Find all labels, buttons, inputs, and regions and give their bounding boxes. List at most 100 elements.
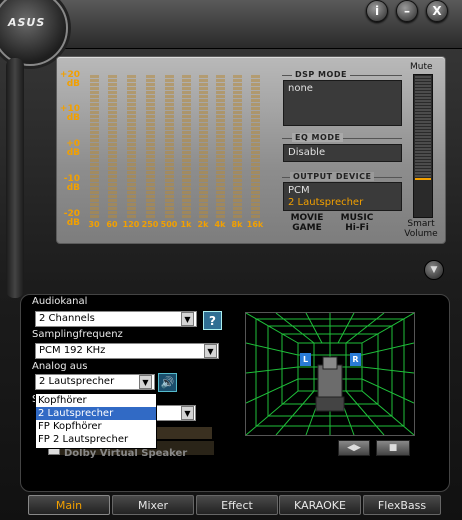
eq-segment bbox=[182, 123, 191, 126]
eq-segment bbox=[146, 75, 155, 78]
eq-segment bbox=[233, 167, 242, 170]
eq-band-slider[interactable] bbox=[146, 74, 155, 218]
eq-segment bbox=[182, 99, 191, 102]
volume-slider[interactable] bbox=[413, 74, 433, 218]
info-button[interactable]: i bbox=[366, 0, 388, 22]
side-rail bbox=[6, 58, 24, 298]
eq-segment bbox=[90, 131, 99, 134]
eq-segment bbox=[199, 131, 208, 134]
analog-dropdown-list[interactable]: Kopfhörer 2 Lautsprecher FP Kopfhörer FP… bbox=[35, 393, 157, 449]
eq-segment bbox=[233, 99, 242, 102]
eq-segment bbox=[90, 199, 99, 202]
eq-band-slider[interactable] bbox=[251, 74, 260, 218]
tab-karaoke[interactable]: KARAOKE bbox=[279, 495, 361, 515]
eq-segment bbox=[216, 87, 225, 90]
dropdown-option[interactable]: FP 2 Lautsprecher bbox=[36, 433, 156, 446]
eq-segment bbox=[127, 79, 136, 82]
eq-segment bbox=[127, 187, 136, 190]
play-test-button[interactable]: ◀▶ bbox=[338, 440, 370, 456]
eq-mode-display[interactable]: Disable bbox=[283, 144, 402, 162]
minimize-button[interactable]: – bbox=[396, 0, 418, 22]
speaker-icon[interactable]: 🔊 bbox=[158, 373, 177, 392]
eq-segment bbox=[165, 139, 174, 142]
audiokanal-select[interactable]: 2 Channels bbox=[35, 311, 197, 327]
tab-flexbass[interactable]: FlexBass bbox=[363, 495, 441, 515]
eq-segment bbox=[216, 83, 225, 86]
eq-segment bbox=[165, 179, 174, 182]
left-speaker-marker[interactable]: L bbox=[300, 353, 311, 366]
speaker-room-view[interactable]: L R bbox=[245, 312, 415, 436]
eq-band-slider[interactable] bbox=[108, 74, 117, 218]
eq-segment bbox=[216, 103, 225, 106]
dropdown-option-selected[interactable]: 2 Lautsprecher bbox=[36, 407, 156, 420]
dropdown-option[interactable]: FP Kopfhörer bbox=[36, 420, 156, 433]
eq-segment bbox=[127, 167, 136, 170]
eq-band-slider[interactable] bbox=[233, 74, 242, 218]
eq-band-slider[interactable] bbox=[182, 74, 191, 218]
eq-segment bbox=[108, 203, 117, 206]
dropdown-option[interactable]: Kopfhörer bbox=[36, 394, 156, 407]
eq-segment bbox=[182, 199, 191, 202]
smart-volume-label[interactable]: Smart Volume bbox=[400, 219, 442, 239]
eq-segment bbox=[199, 167, 208, 170]
eq-segment bbox=[233, 95, 242, 98]
right-speaker-marker[interactable]: R bbox=[350, 353, 361, 366]
eq-band-slider[interactable] bbox=[199, 74, 208, 218]
eq-segment bbox=[216, 215, 225, 218]
tab-mixer[interactable]: Mixer bbox=[112, 495, 194, 515]
eq-segment bbox=[199, 123, 208, 126]
chevron-down-icon[interactable]: ▼ bbox=[181, 312, 194, 326]
close-button[interactable]: X bbox=[426, 0, 448, 22]
output-device-speakers: 2 Lautsprecher bbox=[288, 197, 364, 208]
eq-segment bbox=[165, 143, 174, 146]
eq-segment bbox=[127, 127, 136, 130]
sampling-select[interactable]: PCM 192 KHz bbox=[35, 343, 219, 359]
eq-band-slider[interactable] bbox=[165, 74, 174, 218]
eq-segment bbox=[182, 207, 191, 210]
chevron-down-icon[interactable]: ▼ bbox=[204, 344, 217, 358]
chevron-down-icon[interactable]: ▼ bbox=[181, 406, 194, 420]
eq-segment bbox=[127, 99, 136, 102]
chevron-down-icon[interactable]: ▼ bbox=[139, 375, 152, 389]
eq-segment bbox=[165, 151, 174, 154]
eq-segment bbox=[108, 83, 117, 86]
output-device-title: OUTPUT DEVICE bbox=[290, 172, 375, 181]
tab-main[interactable]: Main bbox=[28, 495, 110, 515]
volume-segment bbox=[415, 88, 431, 90]
eq-band-slider[interactable] bbox=[90, 74, 99, 218]
eq-segment bbox=[251, 147, 260, 150]
eq-segment bbox=[233, 127, 242, 130]
eq-segment bbox=[251, 123, 260, 126]
dsp-mode-display[interactable]: none bbox=[283, 80, 402, 126]
chevron-down-icon[interactable]: ▼ bbox=[424, 260, 444, 280]
eq-segment bbox=[251, 107, 260, 110]
eq-segment bbox=[251, 99, 260, 102]
eq-segment bbox=[216, 203, 225, 206]
volume-segment bbox=[415, 118, 431, 120]
eq-segment bbox=[90, 135, 99, 138]
eq-segment bbox=[233, 103, 242, 106]
eq-segment bbox=[216, 151, 225, 154]
analog-select[interactable]: 2 Lautsprecher bbox=[35, 374, 155, 390]
eq-segment bbox=[251, 139, 260, 142]
sampling-label: Samplingfrequenz bbox=[32, 329, 123, 340]
eq-segment bbox=[108, 199, 117, 202]
mute-label[interactable]: Mute bbox=[410, 62, 433, 72]
stop-button[interactable]: ■ bbox=[376, 440, 410, 456]
audiokanal-value: 2 Channels bbox=[39, 313, 95, 324]
eq-segment bbox=[182, 215, 191, 218]
eq-segment bbox=[127, 87, 136, 90]
eq-band-slider[interactable] bbox=[216, 74, 225, 218]
eq-segment bbox=[127, 115, 136, 118]
tab-effect[interactable]: Effect bbox=[196, 495, 278, 515]
eq-segment bbox=[233, 75, 242, 78]
help-button[interactable]: ? bbox=[203, 311, 222, 330]
eq-segment bbox=[146, 131, 155, 134]
eq-segment bbox=[199, 183, 208, 186]
music-hifi-preset[interactable]: MUSIC Hi-Fi bbox=[337, 213, 377, 233]
eq-band-slider[interactable] bbox=[127, 74, 136, 218]
eq-segment bbox=[146, 155, 155, 158]
title-bar[interactable] bbox=[0, 0, 462, 49]
movie-game-preset[interactable]: MOVIE GAME bbox=[287, 213, 327, 233]
eq-segment bbox=[146, 167, 155, 170]
